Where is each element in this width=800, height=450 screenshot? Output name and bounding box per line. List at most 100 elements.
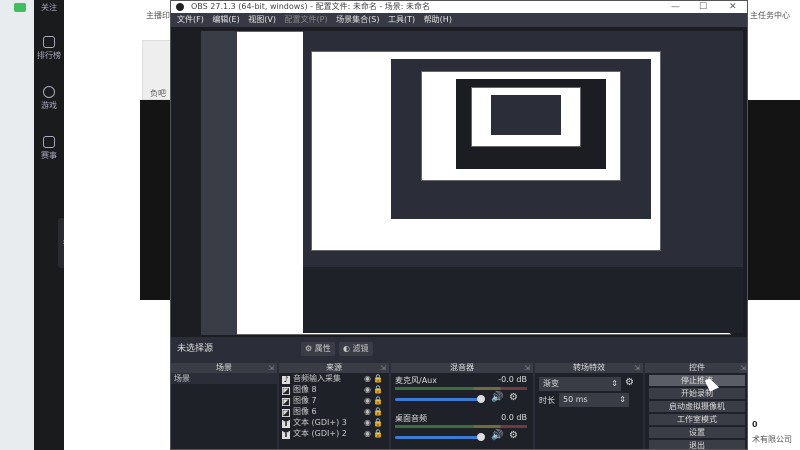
- source-item[interactable]: ◪ 图像 6 ◉ 🔒: [279, 406, 389, 417]
- speaker-icon[interactable]: 🔊: [491, 392, 503, 403]
- duration-label: 时长: [539, 396, 555, 405]
- source-item[interactable]: ◪ 图像 7 ◉ 🔒: [279, 395, 389, 406]
- visibility-eye-icon[interactable]: ◉: [364, 373, 371, 384]
- lock-icon[interactable]: 🔒: [373, 384, 383, 395]
- menu-tools[interactable]: 工具(T): [388, 15, 415, 24]
- mic-icon: ♪: [282, 375, 290, 384]
- sidebar-item-ranking[interactable]: 排行榜: [34, 36, 64, 61]
- lock-icon[interactable]: 🔒: [373, 373, 383, 384]
- image-icon: ◪: [282, 397, 290, 406]
- background-left-strip: [0, 0, 34, 450]
- mixer-channel: 麦克风/Aux -0.0 dB 🔊 ⚙: [391, 373, 533, 411]
- text-icon: T: [282, 419, 290, 428]
- mixer-channel: 桌面音频 0.0 dB 🔊 ⚙: [391, 411, 533, 449]
- transitions-dock: 转场特效 ⇲ 渐变 ⇕ ⚙ 时长 50 ms ⇕: [535, 363, 643, 449]
- settings-button[interactable]: 设置: [649, 427, 745, 438]
- no-source-label: 未选择源: [177, 344, 214, 354]
- menu-edit[interactable]: 编辑(E): [212, 15, 239, 24]
- studio-mode-button[interactable]: 工作室模式: [649, 414, 745, 425]
- volume-knob[interactable]: [477, 395, 485, 403]
- menu-help[interactable]: 帮助(H): [424, 15, 452, 24]
- duration-input[interactable]: 50 ms ⇕: [559, 393, 629, 407]
- trophy-icon: [43, 136, 55, 148]
- source-item[interactable]: ◪ 图像 8 ◉ 🔒: [279, 384, 389, 395]
- background-company: 术有限公司: [752, 435, 792, 444]
- channel-db: 0.0 dB: [501, 413, 527, 422]
- background-number: 0: [752, 420, 758, 429]
- menu-scene-collection[interactable]: 场景集合(S): [336, 15, 379, 24]
- exit-button[interactable]: 退出: [649, 440, 745, 449]
- controls-dock: 控件 ⇲ 停止推流 开始录制 启动虚拟摄像机 工作室模式 设置 退出: [645, 363, 747, 449]
- menu-bar: 文件(F) 编辑(E) 视图(V) 配置文件(P) 场景集合(S) 工具(T) …: [171, 13, 747, 27]
- channel-name: 桌面音频: [395, 414, 427, 423]
- image-icon: ◪: [282, 386, 290, 395]
- mixer-header: 混音器 ⇲: [391, 363, 533, 373]
- scenes-header: 场景 ⇲: [171, 363, 277, 373]
- scenes-dock: 场景 ⇲ 场景: [171, 363, 277, 449]
- visibility-eye-icon[interactable]: ◉: [364, 428, 371, 439]
- lock-icon[interactable]: 🔒: [373, 395, 383, 406]
- close-button[interactable]: ✕: [729, 1, 737, 13]
- filters-button[interactable]: ◐ 滤镜: [339, 342, 373, 356]
- menu-profile[interactable]: 配置文件(P): [285, 15, 328, 24]
- dock-pin-icon[interactable]: ⇲: [524, 363, 530, 373]
- visibility-eye-icon[interactable]: ◉: [364, 384, 371, 395]
- start-virtual-camera-button[interactable]: 启动虚拟摄像机: [649, 401, 745, 412]
- volume-slider[interactable]: [395, 436, 483, 439]
- start-recording-button[interactable]: 开始录制: [649, 388, 745, 399]
- text-icon: T: [282, 430, 290, 439]
- recursive-obs-4: [491, 95, 561, 135]
- gear-icon[interactable]: ⚙: [509, 392, 518, 403]
- task-center-link[interactable]: 主任务中心: [750, 10, 790, 21]
- transitions-header: 转场特效 ⇲: [535, 363, 643, 373]
- source-item[interactable]: T 文本 (GDI+) 3 ◉ 🔒: [279, 417, 389, 428]
- lock-icon[interactable]: 🔒: [373, 428, 383, 439]
- channel-db: -0.0 dB: [498, 375, 527, 384]
- sidebar-item-follow[interactable]: 关注: [34, 0, 64, 13]
- visibility-eye-icon[interactable]: ◉: [364, 406, 371, 417]
- lock-icon[interactable]: 🔒: [373, 406, 383, 417]
- chevron-down-icon: ⇕: [611, 379, 618, 388]
- obs-window: OBS 27.1.3 (64-bit, windows) - 配置文件: 未命名…: [170, 0, 748, 450]
- level-meter: [395, 425, 527, 428]
- source-item[interactable]: ♪ 音频输入采集 ◉ 🔒: [279, 373, 389, 384]
- properties-button[interactable]: ⚙ 属性: [301, 342, 335, 356]
- green-status-icon: [14, 3, 26, 12]
- window-title: OBS 27.1.3 (64-bit, windows) - 配置文件: 未命名…: [191, 2, 431, 11]
- sidebar-item-game[interactable]: 游戏: [34, 86, 64, 111]
- volume-knob[interactable]: [477, 433, 485, 441]
- maximize-button[interactable]: ☐: [699, 1, 707, 13]
- sidebar-item-events[interactable]: 赛事: [34, 136, 64, 161]
- transition-select[interactable]: 渐变 ⇕: [539, 377, 621, 391]
- speaker-icon[interactable]: 🔊: [491, 430, 503, 441]
- volume-slider[interactable]: [395, 398, 483, 401]
- dock-pin-icon[interactable]: ⇲: [380, 363, 386, 373]
- recursive-docks: [303, 267, 743, 333]
- visibility-eye-icon[interactable]: ◉: [364, 395, 371, 406]
- obs-logo-icon: [176, 3, 184, 11]
- sources-header: 来源 ⇲: [279, 363, 389, 373]
- menu-file[interactable]: 文件(F): [177, 15, 204, 24]
- channel-name: 麦克风/Aux: [395, 376, 437, 385]
- sources-dock: 来源 ⇲ ♪ 音频输入采集 ◉ 🔒 ◪ 图像 8 ◉ 🔒 ◪ 图像 7 ◉ 🔒 ◪ 图像 6 ◉ 🔒 T文…: [279, 363, 389, 449]
- visibility-eye-icon[interactable]: ◉: [364, 417, 371, 428]
- source-item[interactable]: T 文本 (GDI+) 2 ◉ 🔒: [279, 428, 389, 439]
- dock-pin-icon[interactable]: ⇲: [268, 363, 274, 373]
- dock-pin-icon[interactable]: ⇲: [740, 363, 746, 373]
- stop-streaming-button[interactable]: 停止推流: [649, 375, 745, 386]
- scene-item[interactable]: 场景: [171, 373, 277, 384]
- spin-arrows-icon[interactable]: ⇕: [619, 393, 626, 407]
- title-bar: OBS 27.1.3 (64-bit, windows) - 配置文件: 未命名…: [171, 1, 747, 13]
- gear-icon[interactable]: ⚙: [509, 430, 518, 441]
- dock-pin-icon[interactable]: ⇲: [634, 363, 640, 373]
- game-icon: [43, 86, 55, 98]
- minimize-button[interactable]: —: [671, 1, 680, 13]
- docks-area: 场景 ⇲ 场景 来源 ⇲ ♪ 音频输入采集 ◉ 🔒 ◪ 图像 8 ◉ 🔒 ◪ 图像 7 ◉ 🔒 ◪ 图像…: [171, 363, 747, 449]
- recursive-sidebar-1: [201, 31, 237, 335]
- lock-icon[interactable]: 🔒: [373, 417, 383, 428]
- menu-view[interactable]: 视图(V): [248, 15, 276, 24]
- level-meter: [395, 387, 527, 390]
- preview-canvas[interactable]: [171, 27, 747, 337]
- image-icon: ◪: [282, 408, 290, 417]
- transition-gear-icon[interactable]: ⚙: [625, 377, 634, 388]
